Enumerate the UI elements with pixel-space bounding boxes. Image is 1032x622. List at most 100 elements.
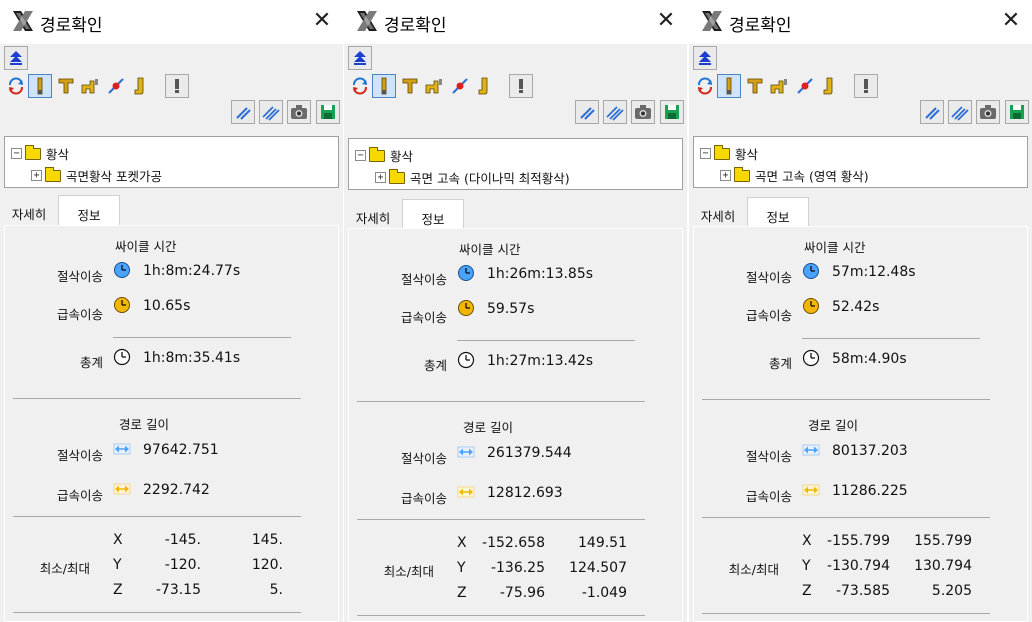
folder-icon bbox=[25, 144, 41, 160]
close-button[interactable]: ✕ bbox=[307, 8, 337, 36]
tool-button[interactable] bbox=[717, 74, 741, 98]
tab-details[interactable]: 자세히 bbox=[346, 199, 400, 229]
display-all-paths-button[interactable] bbox=[259, 100, 283, 124]
alert-button[interactable] bbox=[165, 74, 189, 98]
tab-details[interactable]: 자세히 bbox=[691, 197, 745, 227]
tree-item-label: 곡면 고속 (다이나믹 최적황삭) bbox=[410, 171, 570, 186]
total-clock-icon bbox=[802, 349, 820, 367]
info-panel: 싸이클 시간 절삭이송 1h:26m:13.85s 급속이송 59.57s 총계… bbox=[348, 228, 683, 622]
shank-button[interactable] bbox=[128, 74, 152, 98]
tab-info[interactable]: 정보 bbox=[402, 199, 464, 229]
collapse-button[interactable] bbox=[348, 46, 372, 70]
save-button[interactable] bbox=[316, 100, 340, 124]
tool-holder-button[interactable] bbox=[398, 74, 422, 98]
operation-tree: − 황삭 + 곡면 고속 (다이나믹 최적황삭) bbox=[348, 138, 683, 190]
rapid-feed-label: 급속이송 bbox=[400, 310, 447, 325]
mastercam-logo-icon bbox=[13, 11, 33, 31]
expand-node-icon[interactable]: + bbox=[720, 170, 731, 181]
save-button[interactable] bbox=[1005, 100, 1029, 124]
divider bbox=[13, 516, 301, 517]
collapse-node-icon[interactable]: − bbox=[11, 148, 22, 159]
refresh-button[interactable] bbox=[348, 74, 372, 98]
tree-item-operation[interactable]: + 곡면 고속 (다이나믹 최적황삭) bbox=[375, 168, 570, 187]
tree-item-operation[interactable]: + 곡면황삭 포켓가공 bbox=[31, 166, 162, 185]
save-icon bbox=[1010, 105, 1024, 119]
tool-holder-button[interactable] bbox=[743, 74, 767, 98]
folder-icon bbox=[734, 166, 750, 182]
collapse-node-icon[interactable]: − bbox=[355, 150, 366, 161]
tab-info[interactable]: 정보 bbox=[747, 197, 809, 227]
rapid-clock-icon bbox=[114, 297, 130, 313]
spindle-button[interactable] bbox=[78, 74, 102, 98]
display-all-paths-button[interactable] bbox=[948, 100, 972, 124]
axis-x-label: X bbox=[457, 535, 467, 551]
refresh-button[interactable] bbox=[693, 74, 717, 98]
close-icon: ✕ bbox=[656, 8, 676, 33]
display-path-button[interactable] bbox=[920, 100, 944, 124]
z-min-value: -73.15 bbox=[155, 582, 201, 598]
minmax-label: 최소/최대 bbox=[39, 561, 90, 576]
y-min-value: -120. bbox=[164, 557, 201, 573]
path-point-button[interactable] bbox=[448, 74, 472, 98]
axis-x-label: X bbox=[802, 533, 812, 549]
rapid-feed-label: 급속이송 bbox=[400, 491, 447, 506]
total-label: 총계 bbox=[423, 358, 447, 373]
tree-item-root[interactable]: − 황삭 bbox=[11, 144, 69, 163]
alert-button[interactable] bbox=[854, 74, 878, 98]
expand-node-icon[interactable]: + bbox=[375, 172, 386, 183]
display-all-paths-button[interactable] bbox=[603, 100, 627, 124]
operation-tree: − 황삭 + 곡면 고속 (영역 황삭) bbox=[693, 136, 1028, 188]
tree-item-root[interactable]: − 황삭 bbox=[700, 144, 758, 163]
shank-button[interactable] bbox=[817, 74, 841, 98]
display-path-icon bbox=[925, 107, 940, 120]
axis-z-label: Z bbox=[113, 582, 123, 598]
cut-clock-icon bbox=[803, 263, 819, 279]
shank-button[interactable] bbox=[472, 74, 496, 98]
alert-button[interactable] bbox=[509, 74, 533, 98]
divider bbox=[357, 615, 645, 616]
tool-holder-button[interactable] bbox=[54, 74, 78, 98]
collapse-button[interactable] bbox=[4, 46, 28, 70]
path-point-button[interactable] bbox=[104, 74, 128, 98]
display-path-button[interactable] bbox=[231, 100, 255, 124]
window-title: 경로확인 bbox=[729, 16, 792, 36]
collapse-node-icon[interactable]: − bbox=[700, 148, 711, 159]
info-panel: 싸이클 시간 절삭이송 1h:8m:24.77s 급속이송 10.65s 총계 … bbox=[4, 225, 339, 622]
axis-x-label: X bbox=[113, 532, 123, 548]
cut-clock-icon bbox=[114, 262, 130, 278]
tool-button[interactable] bbox=[28, 74, 52, 98]
x-max-value: 149.51 bbox=[578, 535, 627, 551]
x-max-value: 145. bbox=[251, 532, 283, 548]
path-length-heading: 경로 길이 bbox=[463, 420, 513, 435]
cut-length-icon bbox=[802, 444, 820, 456]
tab-info[interactable]: 정보 bbox=[58, 195, 120, 225]
tab-details[interactable]: 자세히 bbox=[2, 195, 56, 225]
refresh-button[interactable] bbox=[4, 74, 28, 98]
tree-item-operation[interactable]: + 곡면 고속 (영역 황삭) bbox=[720, 166, 869, 185]
save-button[interactable] bbox=[660, 100, 684, 124]
x-max-value: 155.799 bbox=[914, 533, 972, 549]
z-max-value: -1.049 bbox=[581, 585, 627, 601]
close-button[interactable]: ✕ bbox=[651, 8, 681, 36]
refresh-cycle-icon bbox=[353, 77, 367, 95]
tree-item-root[interactable]: − 황삭 bbox=[355, 146, 413, 165]
z-min-value: -73.585 bbox=[835, 583, 890, 599]
camera-button[interactable] bbox=[287, 100, 311, 124]
spindle-button[interactable] bbox=[767, 74, 791, 98]
camera-button[interactable] bbox=[976, 100, 1000, 124]
display-path-button[interactable] bbox=[575, 100, 599, 124]
spindle-button[interactable] bbox=[422, 74, 446, 98]
y-max-value: 130.794 bbox=[914, 558, 972, 574]
path-point-button[interactable] bbox=[793, 74, 817, 98]
close-button[interactable]: ✕ bbox=[996, 8, 1026, 36]
cycle-time-heading: 싸이클 시간 bbox=[459, 242, 521, 257]
rapid-length-icon bbox=[802, 484, 820, 496]
window-title: 경로확인 bbox=[384, 16, 447, 36]
expand-node-icon[interactable]: + bbox=[31, 170, 42, 181]
tool-button[interactable] bbox=[372, 74, 396, 98]
z-max-value: 5. bbox=[269, 582, 283, 598]
camera-button[interactable] bbox=[631, 100, 655, 124]
divider bbox=[702, 613, 990, 614]
total-label: 총계 bbox=[79, 355, 103, 370]
collapse-button[interactable] bbox=[693, 46, 717, 70]
